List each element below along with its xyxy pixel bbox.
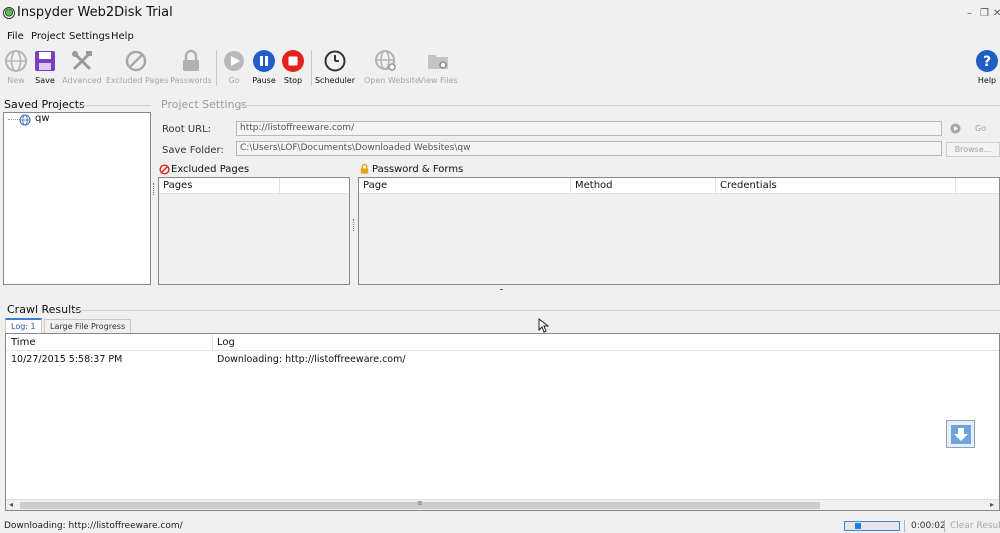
excluded-pages-label: Excluded Pages [106, 76, 169, 85]
scheduler-button[interactable]: Scheduler [313, 49, 357, 85]
splitter-handle[interactable] [353, 219, 354, 231]
tab-large-file-progress[interactable]: Large File Progress [44, 319, 132, 333]
folder-search-icon [428, 55, 448, 69]
menu-help[interactable]: Help [111, 31, 134, 42]
save-folder-input[interactable]: C:\Users\LOF\Documents\Downloaded Websit… [236, 141, 942, 156]
scheduler-label: Scheduler [314, 76, 356, 85]
go-url-label: Go [975, 124, 987, 133]
divider [238, 105, 1000, 106]
scroll-right-icon[interactable]: ▸ [990, 500, 994, 509]
menu-project[interactable]: Project [31, 31, 65, 42]
menu-settings[interactable]: Settings [69, 31, 110, 42]
help-icon: ? [976, 50, 998, 72]
log-grid[interactable]: Time Log 10/27/2015 5:58:37 PM Downloadi… [5, 333, 1000, 511]
elapsed-time: 0:00:02 [911, 521, 946, 531]
lock-icon [360, 163, 369, 174]
grip-icon: ≡ [417, 499, 423, 507]
advanced-label: Advanced [62, 76, 102, 85]
stop-icon [282, 50, 304, 72]
play-icon [950, 123, 961, 134]
horizontal-scrollbar[interactable]: ◂ ≡ ▸ [6, 499, 999, 510]
help-button[interactable]: ? Help [966, 49, 1000, 85]
column-page[interactable]: Page [359, 178, 570, 194]
arrow-down-icon [951, 425, 971, 444]
column-log[interactable]: Log [217, 337, 235, 348]
scroll-left-icon[interactable]: ◂ [9, 500, 13, 509]
title-bar: Inspyder Web2Disk Trial – ❐ ✕ [0, 0, 1000, 28]
view-files-label: View Files [418, 76, 458, 85]
splitter-handle[interactable] [500, 289, 503, 290]
table-row[interactable]: 10/27/2015 5:58:37 PM Downloading: http:… [6, 353, 999, 367]
excluded-pages-button[interactable]: Excluded Pages [106, 49, 169, 85]
tree-item-label: qw [35, 113, 50, 124]
divider [78, 105, 151, 106]
progress-bar [844, 521, 900, 531]
project-settings-title: Project Settings [161, 98, 248, 111]
save-folder-label: Save Folder: [162, 145, 224, 156]
open-website-button[interactable]: Open Website [364, 49, 420, 85]
splitter-handle[interactable] [153, 183, 154, 195]
divider [72, 310, 1000, 311]
restore-button[interactable]: ❐ [980, 8, 989, 19]
root-url-input[interactable]: http://listoffreeware.com/ [236, 121, 942, 136]
menu-file[interactable]: File [7, 31, 24, 42]
tab-log[interactable]: Log: 1 [5, 318, 42, 333]
toolbar-separator [311, 50, 312, 86]
passwords-label: Passwords [170, 76, 212, 85]
row-log: Downloading: http://listoffreeware.com/ [217, 354, 406, 365]
no-entry-icon [159, 164, 170, 175]
open-website-label: Open Website [364, 76, 420, 85]
column-time[interactable]: Time [11, 337, 35, 348]
root-url-label: Root URL: [162, 124, 212, 135]
scroll-to-bottom-button[interactable] [946, 420, 975, 448]
column-credentials[interactable]: Credentials [715, 178, 955, 194]
app-icon [3, 7, 15, 19]
stop-button[interactable]: Stop [271, 49, 315, 85]
tools-icon [72, 51, 92, 71]
svg-text:?: ? [983, 54, 991, 70]
progress-fill [855, 523, 861, 529]
passwords-button[interactable]: Passwords [169, 49, 213, 85]
column-filler [955, 178, 999, 194]
clock-icon [324, 50, 346, 72]
no-entry-icon [125, 50, 147, 72]
log-header [6, 334, 999, 351]
globe-icon [19, 114, 31, 126]
column-divider [212, 334, 213, 351]
excluded-pages-title: Excluded Pages [171, 164, 250, 175]
scrollbar-thumb[interactable]: ≡ [20, 499, 820, 509]
column-pages[interactable]: Pages [159, 178, 279, 194]
advanced-button[interactable]: Advanced [60, 49, 104, 85]
saved-projects-tree[interactable]: qw [3, 112, 151, 285]
saved-projects-title: Saved Projects [4, 98, 85, 111]
browse-button[interactable]: Browse... [946, 142, 1000, 157]
save-icon [35, 51, 55, 71]
password-forms-grid[interactable]: Page Method Credentials [358, 177, 1000, 285]
password-forms-title: Password & Forms [372, 164, 464, 175]
minimize-button[interactable]: – [967, 8, 972, 19]
row-time: 10/27/2015 5:58:37 PM [11, 354, 123, 365]
mouse-cursor-icon [538, 318, 549, 333]
status-text: Downloading: http://listoffreeware.com/ [4, 521, 183, 531]
clear-results-button[interactable]: Clear Results [950, 521, 1000, 531]
stop-label: Stop [283, 76, 303, 85]
help-label: Help [977, 76, 997, 85]
window-title: Inspyder Web2Disk Trial [17, 5, 173, 20]
tree-item-qw[interactable]: qw [19, 113, 59, 127]
excluded-pages-grid[interactable]: Pages [158, 177, 350, 285]
view-files-button[interactable]: View Files [416, 49, 460, 85]
go-url-button[interactable]: Go [946, 122, 1000, 137]
status-divider [944, 520, 945, 532]
status-divider [904, 520, 905, 532]
column-filler [279, 178, 349, 194]
lock-icon [183, 49, 199, 71]
column-method[interactable]: Method [570, 178, 715, 194]
close-button[interactable]: ✕ [993, 8, 1000, 19]
globe-search-icon [375, 50, 396, 71]
crawl-results-title: Crawl Results [7, 303, 82, 316]
